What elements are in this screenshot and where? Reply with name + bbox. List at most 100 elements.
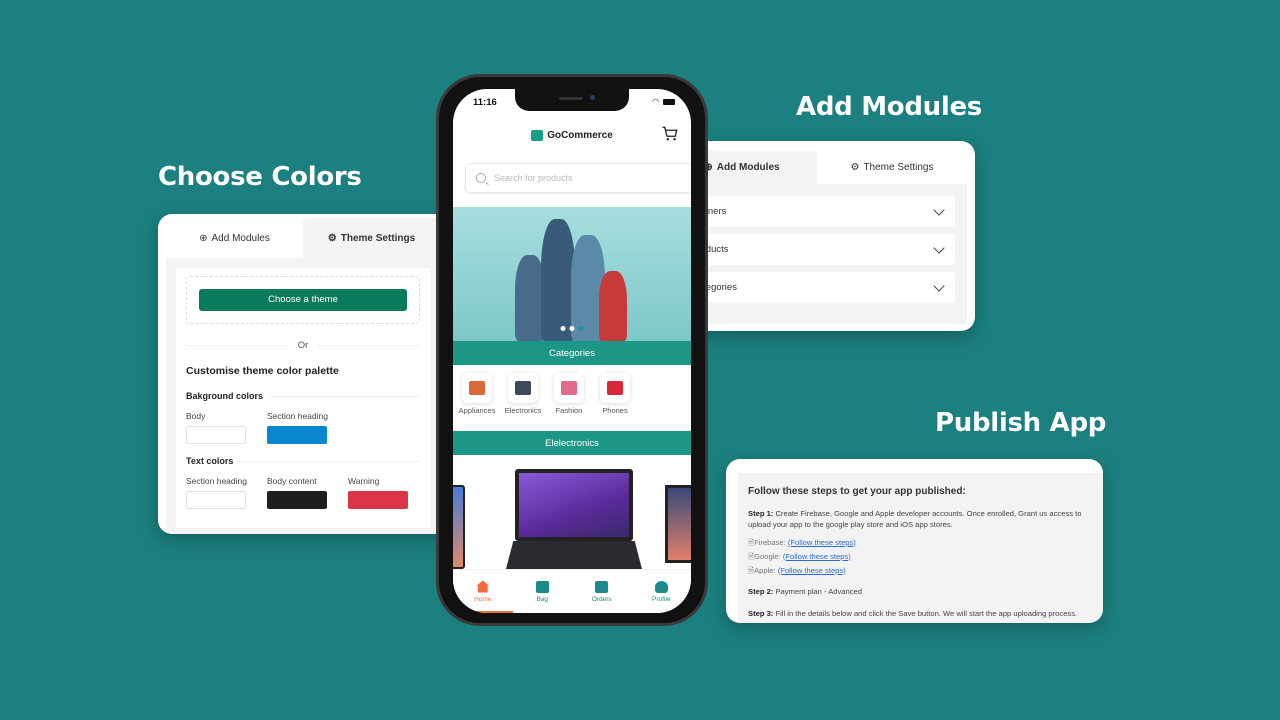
palette-title: Customise theme color palette (186, 365, 339, 377)
category-label: Electronics (504, 406, 542, 415)
carousel-dot[interactable] (578, 326, 584, 331)
battery-icon (663, 98, 675, 105)
swatch-label: Body (186, 411, 206, 421)
accordion-banners[interactable]: Banners (679, 196, 955, 227)
product-laptop-image[interactable] (515, 469, 633, 541)
bottom-nav: Home Bag Orders Profile (453, 569, 691, 613)
category-label: Fashion (555, 406, 583, 415)
wifi-icon: ◠ (652, 97, 659, 106)
color-swatch[interactable] (348, 491, 408, 509)
product-carousel[interactable] (453, 455, 691, 575)
step-3: Step 3: Fill in the details below and cl… (748, 608, 1078, 618)
category-item[interactable]: Electronics (503, 373, 543, 415)
color-swatch-item: Body content (267, 476, 328, 509)
publish-app-card: Follow these steps to get your app publi… (726, 459, 1103, 623)
publish-app-heading: Publish App (935, 408, 1107, 438)
status-time: 11:16 (473, 97, 497, 108)
category-item[interactable]: Phones (595, 373, 635, 415)
color-swatch-item: Body (186, 411, 247, 444)
nav-label: Orders (591, 595, 612, 603)
swatch-label: Section heading (186, 476, 247, 486)
google-link-row: 🗎Google: (Follow these steps) (748, 551, 851, 561)
app-header: GoCommerce (453, 123, 691, 147)
text-swatches: Section heading Body content Warning (186, 476, 420, 509)
truck-icon (595, 580, 609, 593)
category-thumbnail (600, 373, 630, 403)
publish-title: Follow these steps to get your app publi… (748, 486, 966, 497)
tab-theme-settings[interactable]: ⚙ Theme Settings (817, 151, 967, 184)
nav-label: Profile (652, 595, 671, 603)
nav-orders[interactable]: Orders (572, 570, 632, 613)
accordion-categories[interactable]: Categories (679, 272, 955, 303)
color-swatch[interactable] (267, 426, 327, 444)
carousel-dots (560, 326, 584, 331)
or-divider: Or (186, 340, 420, 351)
cart-icon[interactable] (661, 125, 679, 143)
categories-heading: Categories (453, 341, 691, 365)
chevron-down-icon (933, 203, 945, 216)
notch (515, 89, 629, 111)
color-swatch[interactable] (267, 491, 327, 509)
status-icons: ◠ (652, 97, 675, 106)
category-label: Appliances (458, 406, 496, 415)
category-list: Appliances Electronics Fashion Phones (453, 373, 691, 415)
text-colors-title: Text colors (186, 456, 420, 466)
search-input[interactable]: Search for products (465, 163, 691, 193)
swatch-label: Section heading (267, 411, 328, 421)
color-swatch-item: Section heading (186, 476, 247, 509)
step-1: Step 1: Create Firebase, Google and Appl… (748, 508, 1082, 529)
home-icon (476, 580, 490, 593)
plus-circle-icon: ⊕ (199, 232, 208, 244)
category-thumbnail (508, 373, 538, 403)
color-swatch[interactable] (186, 426, 246, 444)
electronics-heading: Elelectronics (453, 431, 691, 455)
tab-bar: ⊕ Add Modules ⚙ Theme Settings (166, 218, 440, 258)
nav-profile[interactable]: Profile (632, 570, 692, 613)
category-label: Phones (602, 406, 628, 415)
step-2: Step 2: Payment plan - Advanced (748, 586, 862, 596)
tab-add-modules[interactable]: ⊕ Add Modules (166, 218, 303, 258)
firebase-steps-link[interactable]: (Follow these steps) (788, 538, 856, 547)
theme-picker-box: Choose a theme (186, 276, 420, 324)
swatch-label: Body content (267, 476, 317, 486)
carousel-dot[interactable] (560, 326, 566, 331)
color-swatch-item: Section heading (267, 411, 328, 444)
gear-icon: ⚙ (327, 232, 337, 244)
add-modules-heading: Add Modules (796, 92, 982, 122)
swatch-label: Warning (348, 476, 380, 486)
shopping-bag-logo-icon (531, 129, 544, 141)
nav-bag[interactable]: Bag (513, 570, 573, 613)
nav-label: Bag (536, 595, 549, 603)
chevron-down-icon (933, 241, 945, 254)
apple-link-row: 🗎Apple: (Follow these steps) (748, 565, 846, 575)
carousel-dot[interactable] (569, 326, 575, 331)
google-steps-link[interactable]: (Follow these steps) (783, 552, 851, 561)
app-name: GoCommerce (547, 129, 613, 141)
bag-icon (535, 580, 549, 593)
choose-theme-button[interactable]: Choose a theme (199, 289, 407, 311)
product-tv-image[interactable] (665, 485, 691, 563)
gear-icon: ⚙ (850, 162, 860, 173)
hero-banner[interactable] (453, 207, 691, 341)
search-icon (476, 173, 486, 183)
nav-label: Home (474, 595, 492, 603)
tab-theme-settings[interactable]: ⚙ Theme Settings (303, 218, 440, 258)
color-swatch[interactable] (186, 491, 246, 509)
accordion-products[interactable]: Products (679, 234, 955, 265)
nav-home[interactable]: Home (453, 570, 513, 613)
background-colors-title: Bakground colors (186, 391, 420, 401)
choose-colors-heading: Choose Colors (158, 162, 362, 192)
background-swatches: Body Section heading (186, 411, 420, 444)
category-thumbnail (554, 373, 584, 403)
firebase-link-row: 🗎Firebase: (Follow these steps) (748, 537, 856, 547)
category-item[interactable]: Fashion (549, 373, 589, 415)
product-phone-image[interactable] (453, 485, 465, 569)
apple-steps-link[interactable]: (Follow these steps) (778, 566, 846, 575)
theme-settings-card: ⊕ Add Modules ⚙ Theme Settings Choose a … (158, 214, 448, 534)
category-item[interactable]: Appliances (457, 373, 497, 415)
category-thumbnail (462, 373, 492, 403)
tab-bar: ⊕ Add Modules ⚙ Theme Settings (667, 151, 967, 184)
phone-screen: 11:16 ◠ GoCommerce Search for products C… (453, 89, 691, 613)
phone-mockup: 11:16 ◠ GoCommerce Search for products C… (436, 74, 708, 626)
color-swatch-item: Warning (348, 476, 409, 509)
